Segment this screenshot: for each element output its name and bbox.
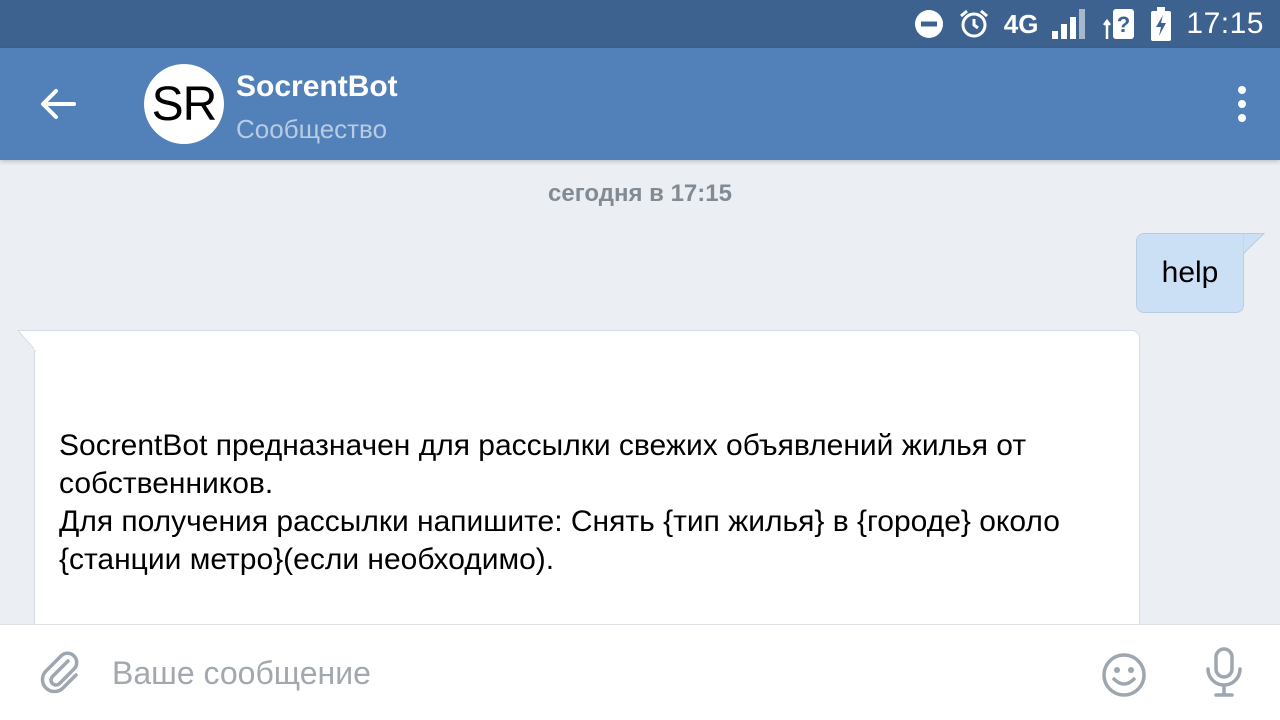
battery-charging-icon xyxy=(1150,7,1172,41)
incoming-bubble-tail xyxy=(16,330,36,352)
alarm-icon xyxy=(958,8,990,40)
back-button[interactable] xyxy=(22,68,94,140)
chat-header: SR SocrentBot Сообщество xyxy=(0,48,1280,160)
attach-icon xyxy=(40,651,79,694)
outgoing-message-bubble[interactable]: help xyxy=(1136,233,1244,313)
outgoing-bubble-tail xyxy=(1243,233,1266,255)
microphone-icon xyxy=(1206,647,1242,697)
avatar[interactable]: SR xyxy=(144,64,224,144)
network-type: 4G xyxy=(1003,8,1039,39)
message-input[interactable] xyxy=(112,643,1072,703)
status-icons: 4G ? 17:15 xyxy=(914,6,1264,42)
chat-subtitle: Сообщество xyxy=(236,114,388,144)
date-separator: сегодня в 17:15 xyxy=(548,180,732,207)
more-vertical-icon xyxy=(1238,86,1246,94)
incoming-message-bubble[interactable]: SocrentBot предназначен для рассылки све… xyxy=(34,330,1140,660)
status-bar: 4G ? 17:15 xyxy=(0,0,1280,48)
emoji-button[interactable] xyxy=(1100,651,1148,699)
signal-icon xyxy=(1052,9,1086,39)
more-button[interactable] xyxy=(1226,76,1258,132)
back-arrow-icon xyxy=(41,89,76,119)
svg-text:?: ? xyxy=(1117,12,1130,37)
microphone-button[interactable] xyxy=(1200,645,1248,701)
message-input-bar xyxy=(0,624,1280,720)
chat-title[interactable]: SocrentBot xyxy=(236,70,398,104)
status-time: 17:15 xyxy=(1186,7,1264,40)
dnd-icon xyxy=(914,9,944,39)
attach-button[interactable] xyxy=(32,645,88,701)
emoji-icon xyxy=(1102,653,1146,697)
outgoing-message-text: help xyxy=(1161,256,1219,289)
wifi-unknown-icon: ? xyxy=(1100,7,1136,41)
